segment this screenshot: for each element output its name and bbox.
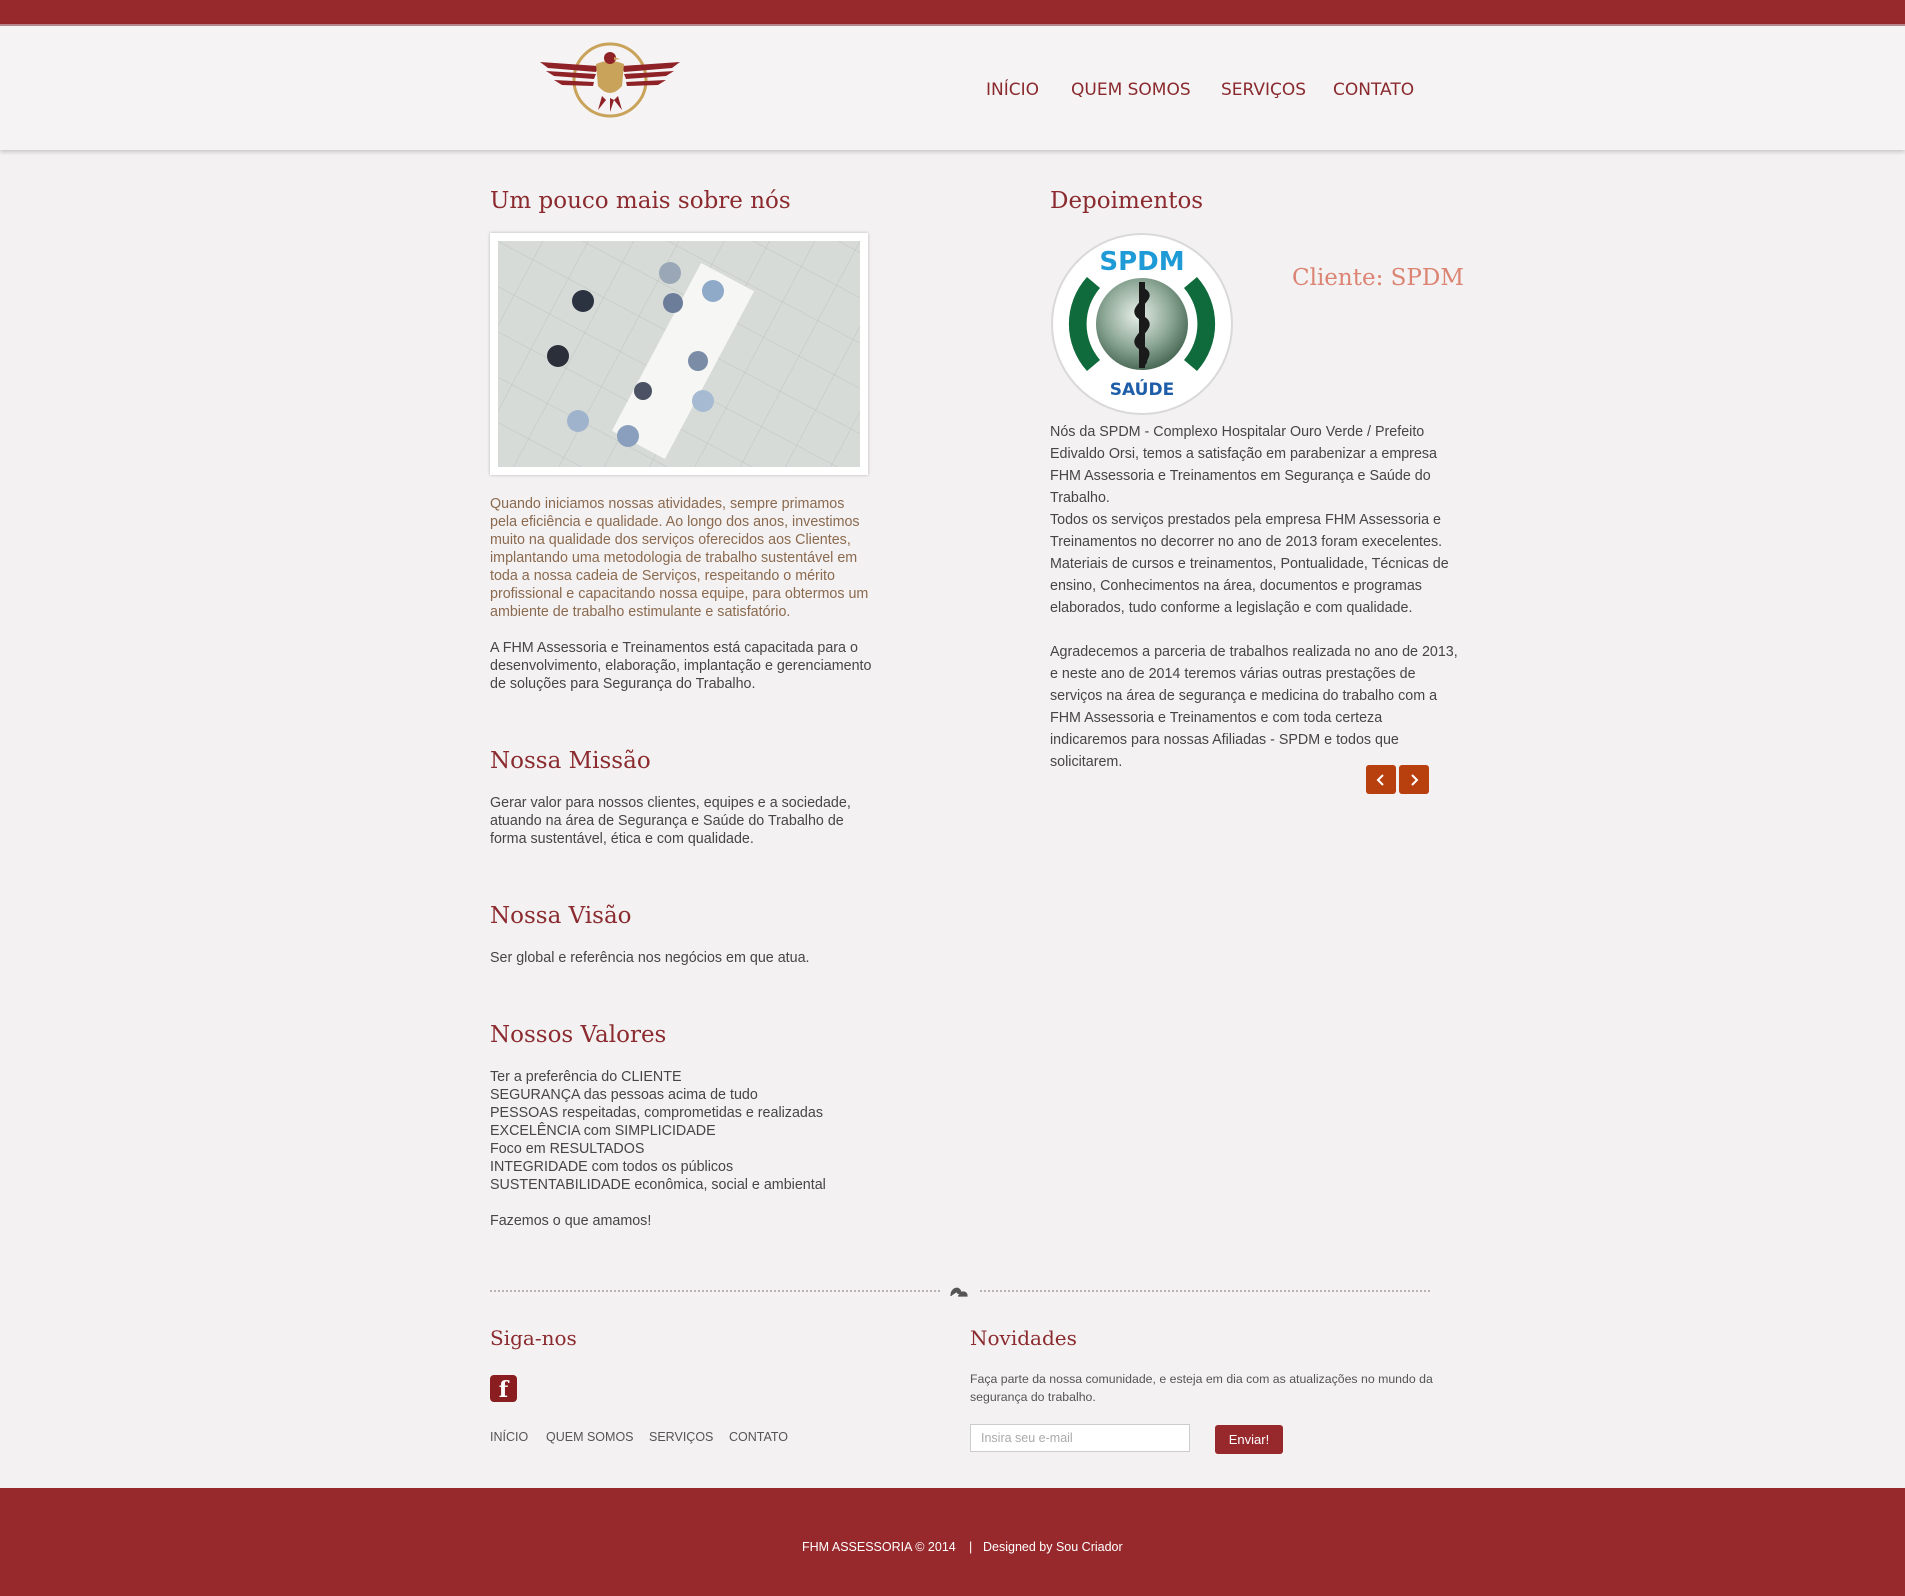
testimonial-prev-button[interactable] (1366, 765, 1396, 794)
newsletter-email-input[interactable] (970, 1424, 1190, 1452)
newsletter-description: Faça parte da nossa comunidade, e esteja… (970, 1372, 1433, 1404)
values-item: EXCELÊNCIA com SIMPLICIDADE (490, 1123, 716, 1139)
about-title: Um pouco mais sobre nós (490, 188, 791, 214)
values-item: PESSOAS respeitadas, comprometidas e rea… (490, 1105, 823, 1121)
mission-title: Nossa Missão (490, 748, 651, 774)
values-item: SEGURANÇA das pessoas acima de tudo (490, 1087, 758, 1103)
footer-link-inicio[interactable]: INÍCIO (490, 1430, 528, 1444)
footer-link-quem-somos[interactable]: QUEM SOMOS (546, 1430, 634, 1444)
testimonial-paragraph-3: Agradecemos a parceria de trabalhos real… (1050, 644, 1458, 770)
flourish-icon (950, 1287, 968, 1297)
about-intro-text: Quando iniciamos nossas atividades, semp… (490, 496, 869, 620)
chevron-right-icon (1411, 773, 1419, 786)
team-meeting-image (490, 233, 868, 475)
svg-text:SAÚDE: SAÚDE (1110, 378, 1174, 400)
nav-contato[interactable]: CONTATO (1333, 80, 1414, 100)
about-body-text: A FHM Assessoria e Treinamentos está cap… (490, 640, 872, 692)
footer-designed-by[interactable]: Designed by Sou Criador (983, 1540, 1123, 1554)
values-item: Foco em RESULTADOS (490, 1141, 645, 1157)
chevron-left-icon (1376, 773, 1384, 786)
testimonial-paragraph-2: Todos os serviços prestados pela empresa… (1050, 512, 1449, 616)
footer-link-servicos[interactable]: SERVIÇOS (649, 1430, 713, 1444)
footer-separator: | (969, 1540, 973, 1554)
testimonials-title: Depoimentos (1050, 188, 1204, 214)
values-title: Nossos Valores (490, 1022, 667, 1048)
values-item: INTEGRIDADE com todos os públicos (490, 1159, 734, 1175)
nav-servicos[interactable]: SERVIÇOS (1221, 80, 1306, 100)
testimonial-paragraph-1: Nós da SPDM - Complexo Hospitalar Ouro V… (1050, 424, 1437, 506)
eagle-logo-icon[interactable] (536, 40, 684, 120)
svg-text:SPDM: SPDM (1099, 247, 1184, 277)
nav-quem-somos[interactable]: QUEM SOMOS (1071, 80, 1191, 100)
follow-title: Siga-nos (490, 1326, 577, 1350)
values-item: SUSTENTABILIDADE econômica, social e amb… (490, 1177, 826, 1193)
site-header: INÍCIO QUEM SOMOS SERVIÇOS CONTATO (0, 24, 1905, 150)
nav-inicio[interactable]: INÍCIO (986, 80, 1039, 100)
facebook-icon[interactable]: f (490, 1375, 517, 1403)
values-list: Ter a preferência do CLIENTE SEGURANÇA d… (490, 1068, 826, 1194)
spdm-logo-icon: SPDM SAÚDE (1051, 233, 1233, 415)
vision-text: Ser global e referência nos negócios em … (490, 950, 810, 966)
top-accent-bar (0, 0, 1905, 24)
footer-copyright: FHM ASSESSORIA © 2014 (802, 1540, 956, 1554)
divider-left (490, 1290, 940, 1292)
values-closing: Fazemos o que amamos! (490, 1213, 652, 1229)
newsletter-submit-button[interactable]: Enviar! (1215, 1425, 1283, 1454)
site-footer: FHM ASSESSORIA © 2014 | Designed by Sou … (0, 1488, 1905, 1596)
newsletter-title: Novidades (970, 1326, 1077, 1350)
testimonial-client: Cliente: SPDM (1292, 265, 1464, 291)
mission-text: Gerar valor para nossos clientes, equipe… (490, 795, 851, 847)
vision-title: Nossa Visão (490, 903, 632, 929)
testimonial-next-button[interactable] (1399, 765, 1429, 794)
values-item: Ter a preferência do CLIENTE (490, 1069, 682, 1085)
footer-link-contato[interactable]: CONTATO (729, 1430, 788, 1444)
divider-right (980, 1290, 1430, 1292)
